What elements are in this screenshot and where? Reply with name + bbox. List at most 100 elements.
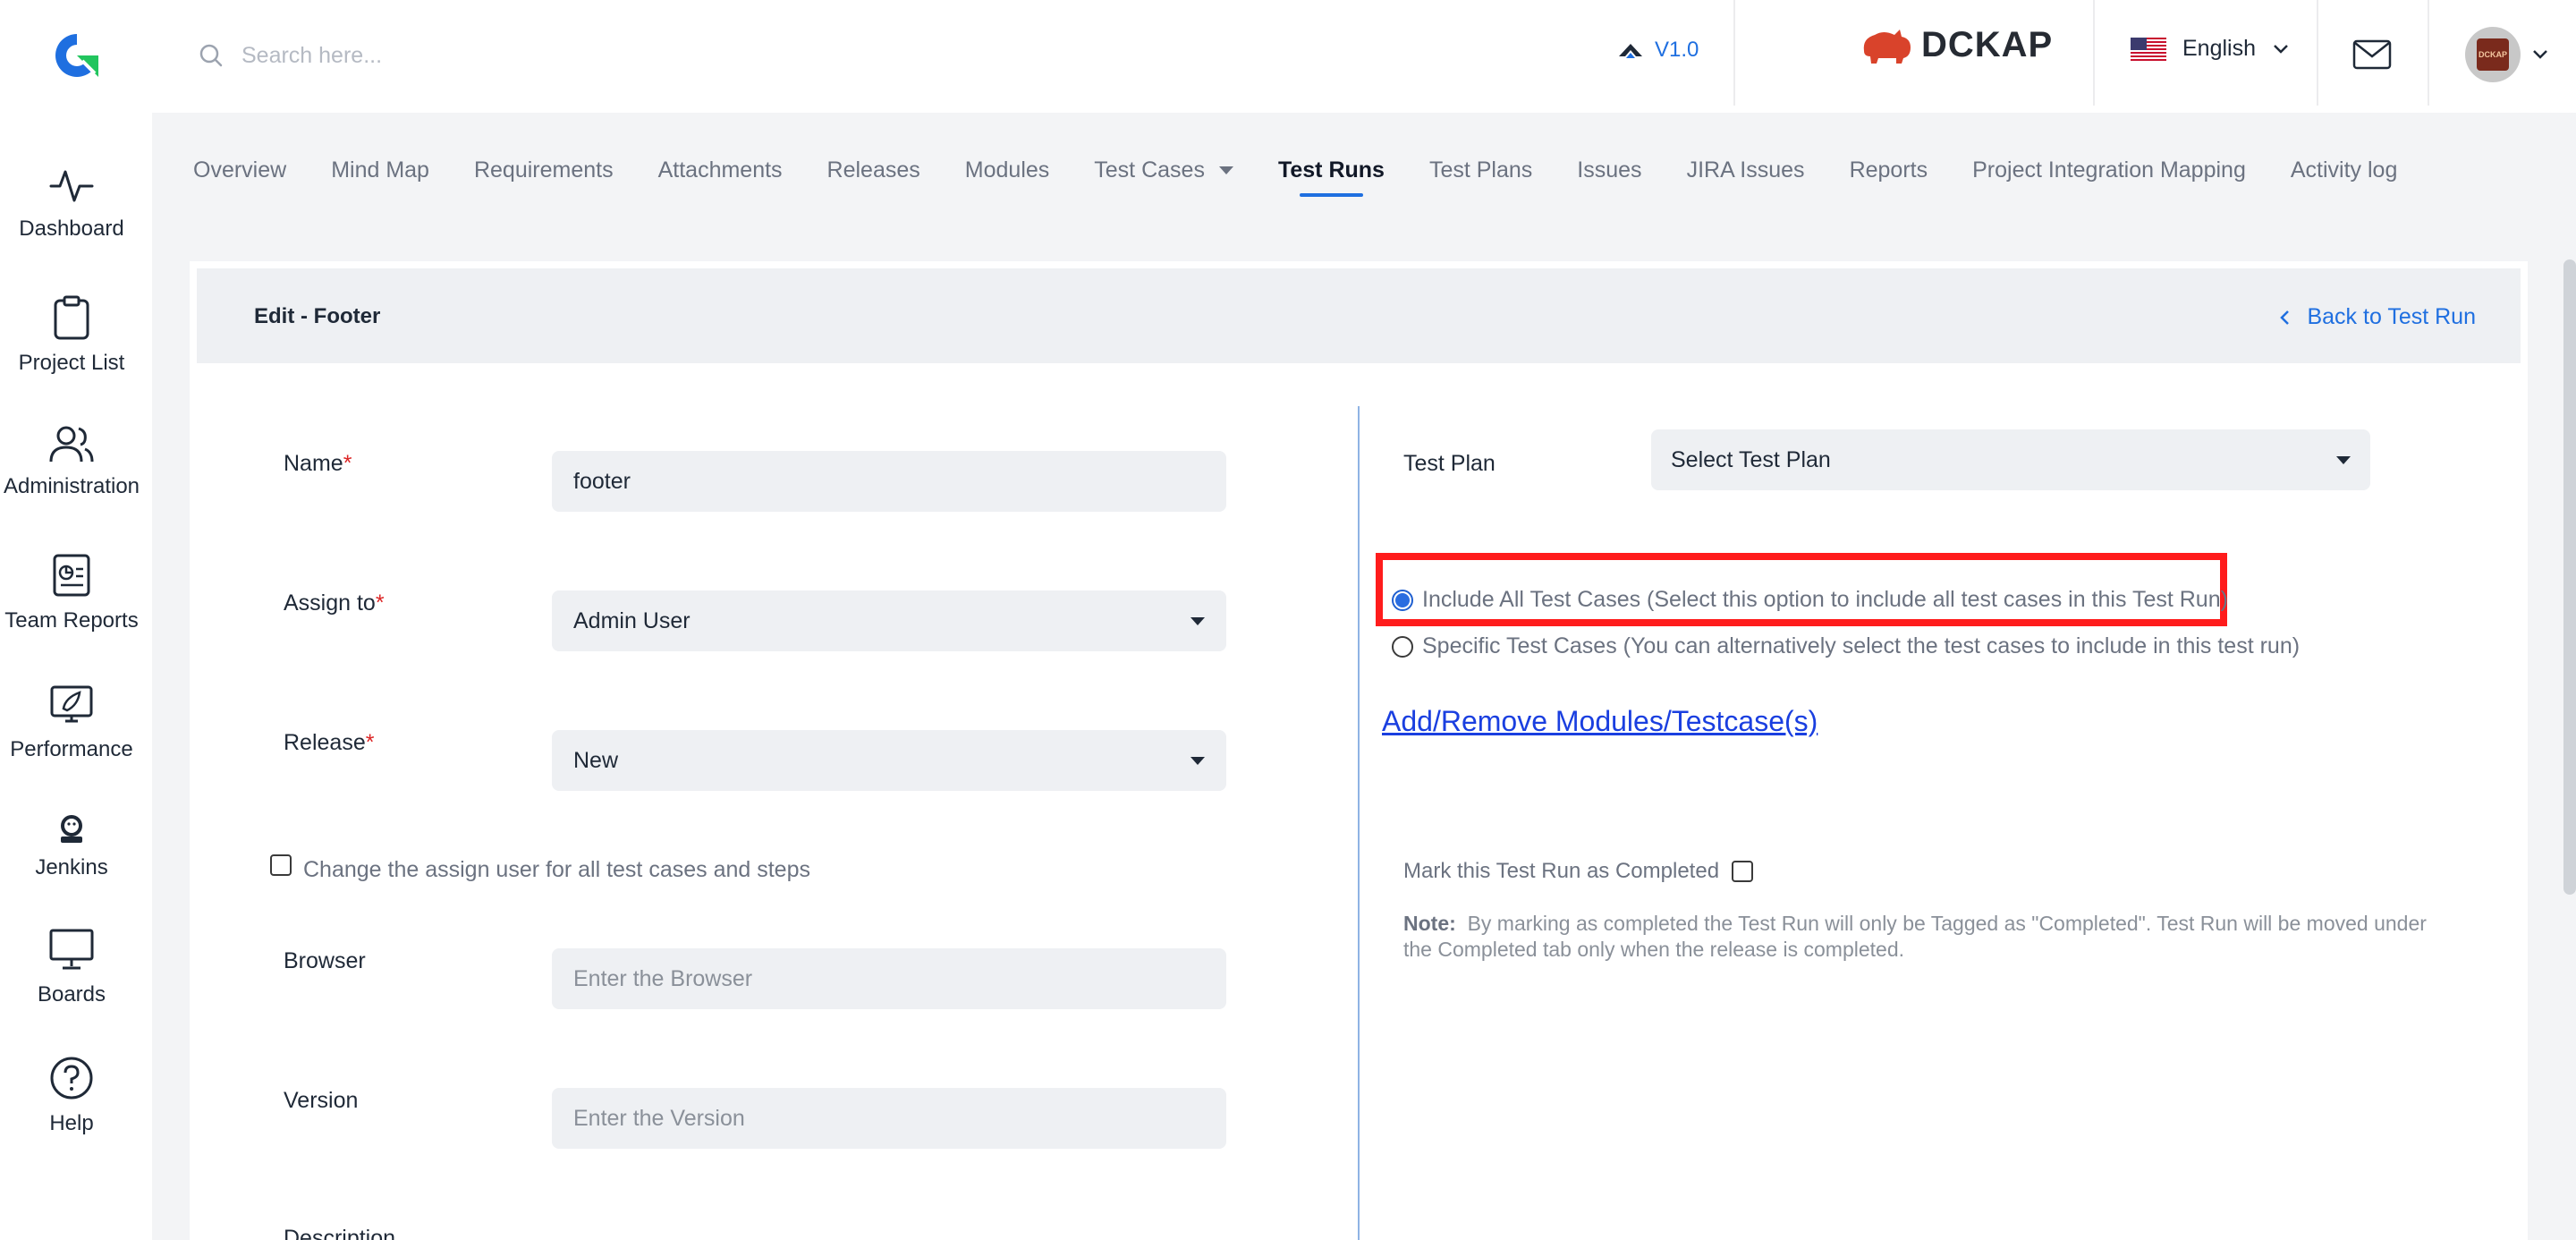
specific-label: Specific Test Cases (You can alternative… <box>1422 633 2301 658</box>
sidebar-item-dashboard[interactable]: Dashboard <box>0 166 143 242</box>
mark-completed-label: Mark this Test Run as Completed <box>1403 859 1720 883</box>
browser-input[interactable]: Enter the Browser <box>552 948 1226 1009</box>
sidebar-item-administration[interactable]: Administration <box>0 424 143 499</box>
search-input[interactable] <box>242 42 778 69</box>
tab-attachments[interactable]: Attachments <box>658 157 783 183</box>
tab-jira-issues[interactable]: JIRA Issues <box>1687 157 1805 183</box>
include-all-label: Include All Test Cases (Select this opti… <box>1422 587 2228 612</box>
app-logo-icon[interactable] <box>50 29 104 82</box>
assign-to-value: Admin User <box>573 607 691 633</box>
tab-test-cases[interactable]: Test Cases <box>1094 157 1233 183</box>
assign-to-select[interactable]: Admin User <box>552 590 1226 651</box>
mark-completed-checkbox[interactable] <box>1732 861 1754 882</box>
back-link-label: Back to Test Run <box>2307 304 2476 329</box>
release-value: New <box>573 747 619 773</box>
sidebar-item-team-reports[interactable]: Team Reports <box>0 553 143 633</box>
sidebar-item-label: Jenkins <box>35 855 108 879</box>
divider <box>1733 0 1735 106</box>
sidebar: Dashboard Project List Administration Te… <box>0 113 152 1240</box>
column-divider <box>1358 406 1360 1240</box>
caret-down-icon <box>1191 616 1205 625</box>
release-label: Release* <box>284 730 375 755</box>
search-bar <box>199 34 825 77</box>
brand-logo: DCKAP <box>1859 25 2053 65</box>
card-header: Edit - Footer Back to Test Run <box>197 268 2521 363</box>
version-badge[interactable]: V1.0 <box>1617 38 1699 63</box>
divider <box>2317 0 2318 106</box>
change-assign-checkbox[interactable] <box>270 854 292 876</box>
tab-test-runs[interactable]: Test Runs <box>1278 157 1385 197</box>
scrollbar[interactable] <box>2563 259 2576 895</box>
chevron-down-icon <box>2272 43 2290 55</box>
specific-radio[interactable] <box>1392 635 1413 658</box>
board-icon <box>48 927 95 972</box>
activity-icon <box>49 166 94 206</box>
test-plan-value: Select Test Plan <box>1671 446 1831 472</box>
caret-down-icon <box>1218 166 1233 174</box>
sidebar-item-performance[interactable]: Performance <box>0 682 143 762</box>
sidebar-item-help[interactable]: Help <box>0 1056 143 1136</box>
rhino-icon <box>1859 26 1914 65</box>
tab-overview[interactable]: Overview <box>193 157 286 183</box>
name-value: footer <box>573 468 631 494</box>
description-label: Description <box>284 1226 396 1240</box>
version-label: V1.0 <box>1655 38 1699 62</box>
sidebar-item-project-list[interactable]: Project List <box>0 295 143 376</box>
specific-option[interactable]: Specific Test Cases (You can alternative… <box>1392 633 2300 659</box>
sidebar-item-label: Team Reports <box>4 608 139 633</box>
user-menu[interactable]: DCKAP <box>2465 27 2549 82</box>
add-remove-modules-link[interactable]: Add/Remove Modules/Testcase(s) <box>1382 705 1818 738</box>
search-icon[interactable] <box>199 43 224 68</box>
assign-to-label: Assign to* <box>284 590 385 616</box>
version-input[interactable]: Enter the Version <box>552 1088 1226 1149</box>
page-title: Edit - Footer <box>254 304 381 328</box>
sidebar-item-label: Help <box>49 1111 94 1135</box>
language-label: English <box>2182 36 2256 61</box>
browser-label: Browser <box>284 948 366 973</box>
help-icon <box>49 1056 94 1100</box>
sidebar-item-label: Project List <box>18 351 125 375</box>
language-selector[interactable]: English <box>2131 36 2290 62</box>
top-bar: V1.0 DCKAP English DCKAP <box>0 0 2576 113</box>
caret-down-icon <box>1191 756 1205 765</box>
release-select[interactable]: New <box>552 730 1226 791</box>
note-text: By marking as completed the Test Run wil… <box>1403 912 2427 961</box>
tab-reports[interactable]: Reports <box>1850 157 1928 183</box>
tab-releases[interactable]: Releases <box>827 157 920 183</box>
include-all-radio[interactable] <box>1392 589 1413 611</box>
avatar-logo: DCKAP <box>2477 38 2509 71</box>
tab-activity-log[interactable]: Activity log <box>2291 157 2397 183</box>
version-placeholder: Enter the Version <box>573 1105 745 1131</box>
sidebar-item-boards[interactable]: Boards <box>0 927 143 1007</box>
browser-placeholder: Enter the Browser <box>573 965 753 991</box>
brand-name: DCKAP <box>1921 25 2054 64</box>
tab-issues[interactable]: Issues <box>1577 157 1641 183</box>
us-flag-icon <box>2131 37 2166 61</box>
tab-modules[interactable]: Modules <box>965 157 1050 183</box>
caret-down-icon <box>2336 455 2351 464</box>
tab-test-plans[interactable]: Test Plans <box>1429 157 1532 183</box>
report-icon <box>52 553 91 598</box>
tab-project-integration-mapping[interactable]: Project Integration Mapping <box>1972 157 2246 183</box>
divider <box>2428 0 2429 106</box>
divider <box>2093 0 2095 106</box>
back-to-test-run-link[interactable]: Back to Test Run <box>2278 304 2476 330</box>
tab-mind-map[interactable]: Mind Map <box>331 157 429 183</box>
completion-note: Note: By marking as completed the Test R… <box>1403 911 2441 963</box>
sidebar-item-label: Administration <box>3 474 140 498</box>
mail-icon[interactable] <box>2352 39 2392 70</box>
change-assign-label: Change the assign user for all test case… <box>303 857 810 882</box>
sidebar-item-jenkins[interactable]: Jenkins <box>0 812 143 880</box>
name-label: Name* <box>284 451 352 476</box>
jenkins-icon <box>55 812 88 845</box>
sidebar-item-label: Dashboard <box>19 217 124 241</box>
test-plan-label: Test Plan <box>1403 451 1496 476</box>
clipboard-icon <box>52 295 91 340</box>
tab-requirements[interactable]: Requirements <box>474 157 614 183</box>
sidebar-item-label: Performance <box>10 737 133 761</box>
users-icon <box>48 424 95 463</box>
include-all-option[interactable]: Include All Test Cases (Select this opti… <box>1392 587 2228 613</box>
test-plan-select[interactable]: Select Test Plan <box>1651 429 2370 490</box>
version-label: Version <box>284 1088 359 1113</box>
name-field[interactable]: footer <box>552 451 1226 512</box>
